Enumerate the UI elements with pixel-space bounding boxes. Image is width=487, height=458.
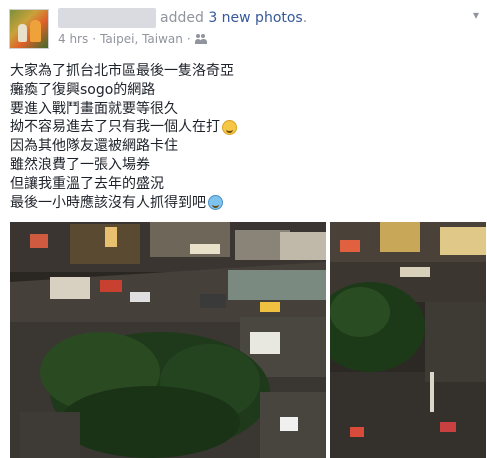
crying-emoji-icon	[208, 195, 223, 211]
meta-separator: ·	[92, 32, 97, 46]
text-line-content: 但讓我重溫了去年的盛況	[10, 175, 164, 192]
post-text-line: 大家為了抓台北市區最後一隻洛奇亞	[10, 62, 480, 81]
action-end: .	[302, 10, 308, 26]
avatar-figure	[18, 24, 27, 42]
author-name-redacted[interactable]	[58, 8, 156, 28]
photo-image	[330, 222, 486, 458]
text-line-content: 癱瘓了復興sogo的網路	[10, 81, 156, 98]
text-line-content: 因為其他隊友還被網路卡住	[10, 138, 178, 155]
chevron-down-icon[interactable]: ▾	[473, 8, 479, 22]
post-meta: 4 hrs · Taipei, Taiwan ·	[58, 32, 207, 46]
post-text-line: 雖然浪費了一張入場券	[10, 156, 480, 175]
meta-separator: ·	[186, 32, 191, 46]
avatar-figure	[30, 20, 41, 42]
post-action: added 3 new photos.	[160, 10, 307, 26]
post-text-line: 因為其他隊友還被網路卡住	[10, 137, 480, 156]
photo-image	[10, 222, 326, 458]
post-text: 大家為了抓台北市區最後一隻洛奇亞 癱瘓了復興sogo的網路 要進入戰鬥畫面就要等…	[10, 62, 480, 212]
post-text-line: 要進入戰鬥畫面就要等很久	[10, 100, 480, 119]
post-text-line: 但讓我重溫了去年的盛況	[10, 175, 480, 194]
post-text-line: 最後一小時應該沒有人抓得到吧	[10, 194, 480, 213]
text-line-content: 雖然浪費了一張入場券	[10, 156, 150, 173]
grinning-sweat-emoji-icon	[222, 120, 237, 136]
text-line-content: 最後一小時應該沒有人抓得到吧	[10, 194, 206, 211]
photos-link[interactable]: 3 new photos	[208, 10, 302, 26]
post-time[interactable]: 4 hrs	[58, 32, 88, 46]
post-location[interactable]: Taipei, Taiwan	[100, 32, 183, 46]
text-line-content: 要進入戰鬥畫面就要等很久	[10, 100, 178, 117]
post-text-line: 癱瘓了復興sogo的網路	[10, 81, 480, 100]
post-text-line: 拗不容易進去了只有我一個人在打	[10, 118, 480, 137]
photo-crowd-street[interactable]	[10, 222, 326, 458]
action-text: added	[160, 10, 204, 26]
text-line-content: 拗不容易進去了只有我一個人在打	[10, 119, 220, 136]
photo-crowd-trees[interactable]	[330, 222, 486, 458]
profile-avatar[interactable]	[9, 9, 49, 49]
friends-icon[interactable]	[194, 34, 207, 44]
text-line-content: 大家為了抓台北市區最後一隻洛奇亞	[10, 63, 234, 79]
